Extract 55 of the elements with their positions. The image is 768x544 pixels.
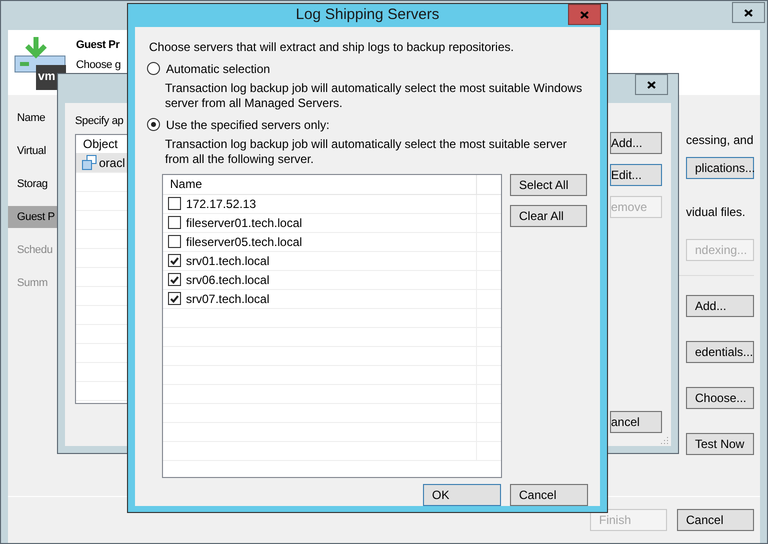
action-button[interactable]: Test Now <box>686 433 754 455</box>
radio-button[interactable] <box>147 62 160 75</box>
dialog-button[interactable]: Edit... <box>610 164 662 186</box>
wizard-step[interactable]: Name <box>8 107 59 129</box>
close-button[interactable] <box>732 2 765 23</box>
description-text: vidual files. <box>686 204 746 219</box>
description-line: Transaction log backup job will automatically select the most suitable server <box>165 136 568 152</box>
server-name: srv06.tech.local <box>186 272 270 288</box>
column-header: Object <box>83 136 118 152</box>
resize-grip-icon <box>661 436 669 444</box>
server-name: fileserver01.tech.local <box>186 214 302 232</box>
description-line: server from all Managed Servers. <box>165 96 344 110</box>
close-icon <box>744 8 753 16</box>
logo-text: vm <box>38 70 56 82</box>
wizard-step[interactable]: Guest P <box>8 206 59 228</box>
action-button[interactable]: edentials... <box>686 341 754 363</box>
checkbox[interactable] <box>168 235 181 248</box>
checkbox[interactable] <box>168 197 181 210</box>
checkbox[interactable] <box>168 292 181 305</box>
radio-button[interactable] <box>147 118 160 131</box>
checkbox[interactable] <box>168 254 181 267</box>
description-text: cessing, and <box>686 132 754 147</box>
column-header: Name <box>163 174 477 194</box>
server-name: 172.17.52.13 <box>186 196 256 212</box>
description-line: Transaction log backup job will automatically select the most suitable Windows <box>165 80 584 96</box>
action-button[interactable]: Choose... <box>686 387 754 409</box>
dialog-button[interactable]: OK <box>423 484 501 506</box>
prompt-text: Specify ap <box>75 114 124 129</box>
page-title: Guest Pr <box>76 38 121 53</box>
action-button[interactable]: Add... <box>686 295 754 317</box>
dialog-title: Log Shipping Servers <box>296 5 440 25</box>
wizard-step[interactable]: Storag <box>8 173 59 195</box>
radio-option[interactable]: Automatic selection <box>147 60 588 78</box>
checkbox[interactable] <box>168 273 181 286</box>
server-name: srv07.tech.local <box>186 290 270 308</box>
list-button[interactable]: Select All <box>510 174 587 196</box>
dialog-button[interactable]: ancel <box>610 411 662 433</box>
logo-icon <box>14 35 66 90</box>
intro-text: Choose servers that will extract and ship logs to backup repositories. <box>149 38 515 54</box>
table-cell-text: oracl <box>99 154 126 172</box>
server-name: fileserver05.tech.local <box>186 234 302 250</box>
dialog-button[interactable]: Add... <box>610 132 662 154</box>
close-button[interactable] <box>635 74 668 95</box>
list-row[interactable]: oracl <box>76 154 127 172</box>
close-icon <box>647 80 656 88</box>
description-line: from all the following server. <box>165 152 315 166</box>
radio-option[interactable]: Use the specified servers only: <box>147 116 588 134</box>
wizard-step[interactable]: Virtual <box>8 140 59 162</box>
page-subtitle: Choose g <box>76 58 121 72</box>
list-button[interactable]: Clear All <box>510 204 587 226</box>
checkbox[interactable] <box>168 216 181 229</box>
server-name: srv01.tech.local <box>186 252 270 270</box>
dialog-button[interactable]: Cancel <box>510 484 588 506</box>
wizard-button[interactable]: Cancel <box>677 509 754 531</box>
close-icon <box>580 10 589 18</box>
